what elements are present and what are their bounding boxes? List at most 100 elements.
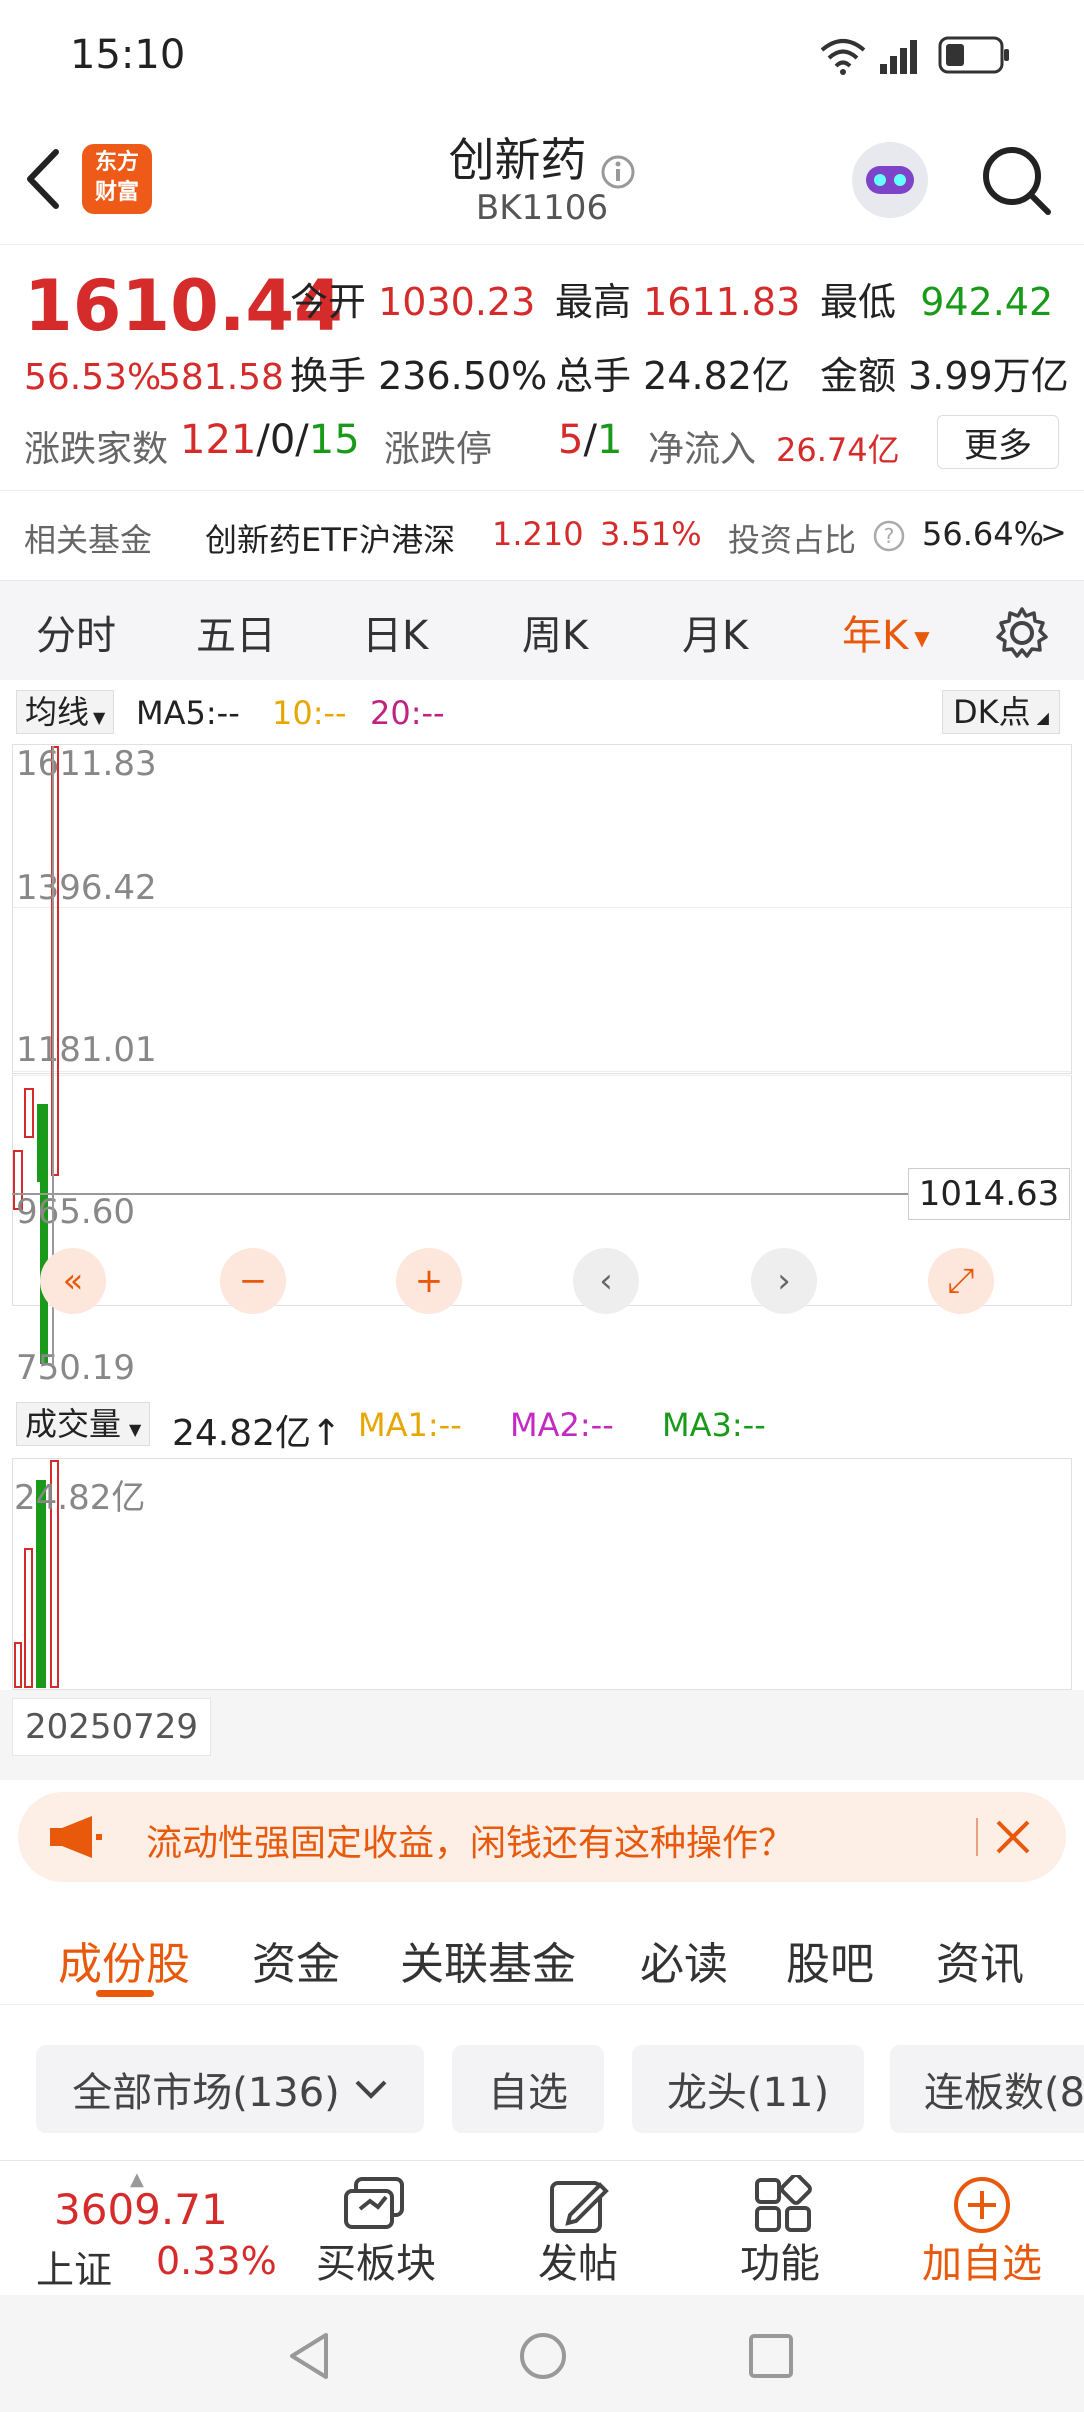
stat-amount: 金额 3.99万亿 — [820, 354, 1069, 398]
candle-2023[interactable] — [24, 1088, 34, 1138]
chevron-left-icon[interactable]: ‹ — [573, 1248, 639, 1314]
status-bar: 15:10 — [0, 0, 1084, 110]
tab-weekly[interactable]: 周K — [522, 603, 588, 661]
nav-back-icon[interactable] — [286, 2331, 334, 2381]
volume-select[interactable]: 成交量 ▼ — [16, 1402, 151, 1446]
signal-icon — [880, 40, 917, 74]
active-tab-indicator — [96, 1990, 154, 1997]
chevron-right-icon[interactable]: > — [1040, 513, 1067, 551]
ad-banner[interactable]: 流动性强固定收益，闲钱还有这种操作？ — [18, 1792, 1066, 1882]
corner-arrow-icon: ◢ — [1036, 708, 1049, 727]
buy-sector-label[interactable]: 买板块 — [316, 2231, 436, 2289]
chip-consecutive-limit[interactable]: 连板数(8 — [890, 2045, 1084, 2133]
fund-pct: 3.51% — [600, 515, 702, 553]
fund-name[interactable]: 创新药ETF沪港深 — [205, 515, 455, 561]
ma10-value: 10:-- — [272, 694, 347, 732]
index-value[interactable]: 3609.71 — [54, 2185, 228, 2234]
buy-sector-icon[interactable] — [340, 2175, 410, 2237]
zoom-in-icon[interactable]: + — [396, 1248, 462, 1314]
add-watchlist-icon[interactable] — [952, 2175, 1012, 2235]
chart-period-tabs: 分时 五日 日K 周K 月K 年K ▼ — [0, 580, 1084, 680]
quote-panel: 1610.44 56.53% 581.58 今开 1030.23 最高 1611… — [0, 245, 1084, 490]
filter-chips: 全部市场(136) 自选 龙头(11) 连板数(8 — [0, 2005, 1084, 2160]
search-icon[interactable] — [980, 144, 1052, 216]
help-icon[interactable]: ? — [872, 519, 906, 553]
index-name: 上证 — [36, 2248, 113, 2292]
dropdown-icon: ▼ — [129, 1420, 142, 1439]
stat-open: 今开 1030.23 — [290, 280, 536, 324]
candle-2024[interactable] — [37, 1104, 47, 1182]
zoom-out-icon[interactable]: − — [220, 1248, 286, 1314]
tab-related-funds[interactable]: 关联基金 — [400, 1928, 576, 1992]
scroll-left-fast-icon[interactable]: « — [40, 1248, 106, 1314]
fullscreen-icon[interactable]: ⤢ — [928, 1248, 994, 1314]
chip-leaders[interactable]: 龙头(11) — [632, 2045, 864, 2133]
kline-chart-area: 均线 ▼ MA5:-- 10:-- 20:-- DK点 ◢ 1611.83 1396… — [0, 680, 1084, 1780]
close-icon[interactable] — [994, 1818, 1032, 1856]
price-axis-label: 1396.42 — [16, 868, 157, 908]
page-header: 东方 财富 创新药 BK1106 — [0, 110, 1084, 245]
chevron-right-icon[interactable]: › — [751, 1248, 817, 1314]
functions-label[interactable]: 功能 — [740, 2231, 820, 2289]
tab-capital[interactable]: 资金 — [252, 1928, 340, 1992]
chevron-down-icon — [355, 2080, 387, 2099]
battery-icon — [938, 36, 1009, 74]
robot-avatar-icon[interactable] — [848, 138, 932, 222]
tab-must-read[interactable]: 必读 — [640, 1928, 728, 1992]
related-fund-row[interactable]: 相关基金 创新药ETF沪港深 1.210 3.51% 投资占比 ? 56.64%… — [0, 490, 1084, 580]
volume-value: 24.82亿↑ — [172, 1413, 342, 1454]
breadth-values: 121/0/15 — [180, 417, 360, 463]
tab-intraday[interactable]: 分时 — [36, 603, 116, 661]
megaphone-icon — [50, 1816, 102, 1858]
more-button[interactable]: 更多 — [937, 415, 1059, 469]
limit-values: 5/1 — [558, 417, 623, 463]
tab-constituents[interactable]: 成份股 — [58, 1928, 190, 1992]
nav-recents-icon[interactable] — [748, 2333, 794, 2379]
ad-text: 流动性强固定收益，闲钱还有这种操作？ — [146, 1823, 795, 1864]
crosshair-price-label: 1014.63 — [908, 1168, 1070, 1220]
price-axis-label: 965.60 — [16, 1192, 135, 1232]
wifi-icon — [820, 39, 866, 75]
index-pct: 0.33% — [156, 2239, 277, 2283]
ma-select[interactable]: 均线 ▼ — [16, 690, 115, 734]
ma20-value: 20:-- — [370, 694, 445, 732]
stat-low: 最低 942.42 — [820, 280, 1054, 324]
change-amt: 581.58 — [158, 357, 284, 398]
dk-point-button[interactable]: DK点 ◢ — [942, 690, 1060, 734]
nav-home-icon[interactable] — [518, 2331, 568, 2381]
tab-monthly[interactable]: 月K — [682, 603, 748, 661]
tab-yearly[interactable]: 年K ▼ — [842, 603, 930, 661]
tab-5day[interactable]: 五日 — [196, 603, 276, 661]
price-chart[interactable] — [12, 744, 1072, 1074]
settings-gear-icon[interactable] — [994, 605, 1050, 661]
grid-line — [13, 907, 1071, 908]
crosshair-date-label: 20250729 — [12, 1698, 212, 1756]
limit-label: 涨跌停 — [384, 429, 493, 470]
ma5-value: MA5:-- — [136, 694, 240, 732]
crosshair-horizontal — [12, 1193, 908, 1195]
edit-post-icon[interactable] — [548, 2175, 610, 2237]
add-watchlist-label[interactable]: 加自选 — [922, 2231, 1042, 2289]
info-icon[interactable] — [600, 154, 636, 190]
tab-news[interactable]: 资讯 — [936, 1928, 1024, 1992]
section-tabs: 成份股 资金 关联基金 必读 股吧 资讯 — [0, 1900, 1084, 2005]
tab-daily[interactable]: 日K — [362, 603, 428, 661]
volume-chart[interactable] — [12, 1458, 1072, 1690]
tab-forum[interactable]: 股吧 — [786, 1928, 874, 1992]
grid-line — [13, 1071, 1071, 1072]
apps-grid-icon[interactable] — [754, 2175, 812, 2235]
price-axis-label: 1611.83 — [16, 744, 157, 784]
post-label[interactable]: 发帖 — [538, 2231, 618, 2289]
vol-ma3: MA3:-- — [662, 1406, 766, 1444]
stat-turnover: 换手 236.50% — [290, 354, 548, 398]
fund-price: 1.210 — [492, 515, 584, 553]
price-axis-label: 750.19 — [16, 1348, 135, 1388]
bottom-action-bar: ▲ 3609.71 上证 0.33% 买板块 发帖 功能 加自选 — [0, 2160, 1084, 2295]
inflow-label: 净流入 — [648, 429, 757, 470]
chip-watchlist[interactable]: 自选 — [452, 2045, 604, 2133]
volume-bar — [14, 1642, 22, 1688]
inflow-value: 26.74亿 — [776, 431, 900, 469]
vol-ma1: MA1:-- — [358, 1406, 462, 1444]
market-filter-dropdown[interactable]: 全部市场(136) — [36, 2045, 424, 2133]
ratio-label: 投资占比 — [728, 521, 857, 559]
